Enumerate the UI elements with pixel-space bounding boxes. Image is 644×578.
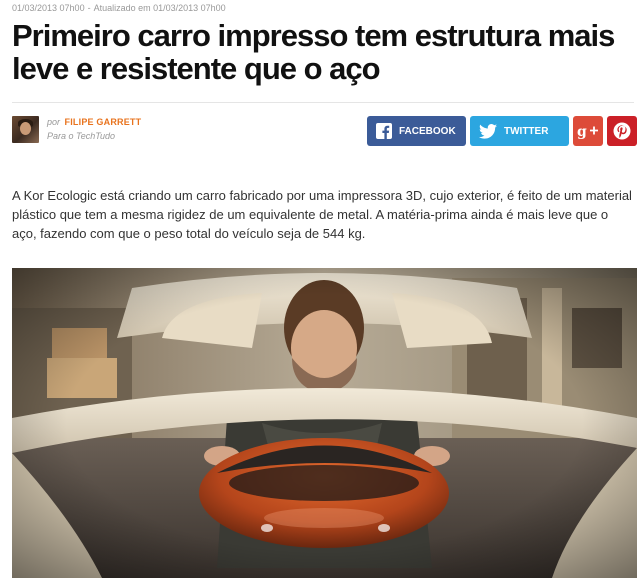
google-plus-icon: g [577,123,599,139]
byline: por FILIPE GARRETT Para o TechTudo [47,117,142,141]
twitter-share-button[interactable]: TWITTER [470,116,569,146]
twitter-icon [479,123,497,139]
man-with-3d-printed-car-body-icon [12,268,637,578]
author-avatar[interactable] [12,116,39,143]
pinterest-share-button[interactable] [607,116,637,146]
updated-date: Atualizado em 01/03/2013 07h00 [93,3,226,13]
facebook-share-label: FACEBOOK [399,125,456,137]
pinterest-icon [613,122,631,140]
article-title: Primeiro carro impresso tem estrutura ma… [12,18,615,86]
article-timestamp: 01/03/2013 07h00- Atualizado em 01/03/201… [12,3,226,13]
twitter-share-label: TWITTER [504,125,549,137]
svg-text:g: g [577,124,587,139]
article-photo[interactable] [12,268,637,578]
author-name-link[interactable]: FILIPE GARRETT [65,117,142,127]
article-lead-paragraph: A Kor Ecologic está criando um carro fab… [12,188,632,241]
divider [12,102,634,103]
author-outlet: Para o TechTudo [47,131,116,141]
facebook-icon [376,123,392,139]
timestamp-separator: - [87,3,91,13]
google-plus-share-button[interactable]: g [573,116,603,146]
author-prefix: por [47,117,61,127]
facebook-share-button[interactable]: FACEBOOK [367,116,466,146]
published-date: 01/03/2013 07h00 [12,3,85,13]
